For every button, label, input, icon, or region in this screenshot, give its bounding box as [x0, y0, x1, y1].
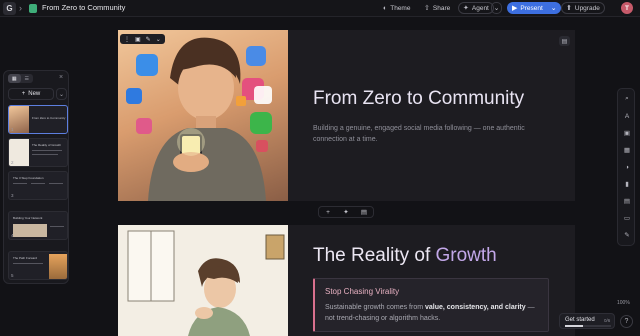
get-started-progress-bar: [565, 325, 611, 327]
ai-generate-icon[interactable]: ✦: [337, 207, 355, 217]
upgrade-icon: ⬆: [566, 5, 572, 12]
slide-2-image[interactable]: [118, 225, 288, 336]
slide-thumbnail[interactable]: The Path Forward 5: [8, 251, 68, 280]
palette-icon: ◐: [383, 4, 388, 12]
share-button[interactable]: ⇧ Share: [424, 2, 450, 14]
layout-icon[interactable]: ▭: [618, 212, 636, 224]
grid-icon[interactable]: ▦: [618, 144, 636, 156]
upgrade-button[interactable]: ⬆ Upgrade: [561, 2, 605, 14]
thumbnail-title: The Reality of Growth: [32, 143, 62, 147]
help-icon[interactable]: ?: [620, 315, 633, 328]
search-icon[interactable]: ⌕: [618, 93, 636, 105]
thumbnail-number: 5: [11, 273, 14, 278]
thumbnail-number: 3: [11, 193, 14, 198]
thumbnail-image: [49, 254, 67, 279]
thumbnail-number: 2: [11, 160, 14, 165]
slide-thumbnail[interactable]: Building Your Network 4: [8, 211, 68, 240]
thumbnail-title: The 3 Step Foundation: [13, 176, 44, 180]
chevron-right-icon[interactable]: ›: [19, 3, 22, 13]
new-slide-button[interactable]: + New: [8, 88, 54, 100]
slide-1-subtitle[interactable]: Building a genuine, engaged social media…: [313, 123, 553, 145]
share-label: Share: [432, 4, 451, 12]
hero-image[interactable]: ⋮ ▣ ✎ ⌄: [118, 30, 288, 201]
plus-icon: +: [21, 91, 26, 97]
thumbnail-number: 1: [11, 127, 14, 132]
get-started-widget[interactable]: Get started 0/6: [559, 313, 615, 329]
toggle-icon[interactable]: ◑: [618, 161, 636, 173]
image-toolbar: ⋮ ▣ ✎ ⌄: [120, 34, 165, 44]
play-icon: ▶: [512, 5, 518, 12]
right-toolbar: ⌕ A ▣ ▦ ◑ ▮ ▤ ▭ ✎: [617, 88, 635, 246]
document-icon: [29, 4, 37, 13]
avatar[interactable]: T: [621, 2, 633, 14]
slide-2[interactable]: The Reality of Growth Stop Chasing Viral…: [118, 225, 575, 336]
share-icon: ⇧: [424, 5, 430, 12]
get-started-label: Get started: [565, 317, 595, 323]
thumbnail-image: [13, 224, 47, 237]
slide-options-icon[interactable]: ▤: [559, 36, 570, 46]
callout-heading: Stop Chasing Virality: [325, 287, 400, 296]
magic-icon[interactable]: ✎: [144, 34, 153, 44]
sparkle-icon: ✦: [463, 5, 469, 12]
chart-icon[interactable]: ▮: [618, 178, 636, 190]
thumbnail-title: From Zero to Community: [32, 116, 66, 120]
slide-insert-toolbar: + ✦ ▤: [318, 206, 374, 218]
slide-1-title[interactable]: From Zero to Community: [313, 88, 524, 110]
slide-thumbnail[interactable]: The Reality of Growth 2: [8, 138, 68, 167]
slides-panel: ▦ ☰ × + New ⌄ From Zero to Community 1 T…: [3, 70, 69, 284]
document-title[interactable]: From Zero to Community: [42, 3, 125, 12]
present-button[interactable]: ▶ Present ⌄: [507, 2, 561, 14]
agent-button[interactable]: ✦ Agent: [458, 2, 494, 14]
grid-view-icon[interactable]: ▦: [8, 74, 21, 83]
add-slide-icon[interactable]: +: [319, 207, 337, 217]
edit-icon[interactable]: ✎: [618, 229, 636, 241]
app-logo-icon[interactable]: G: [3, 2, 16, 15]
callout-body: Sustainable growth comes from value, con…: [325, 304, 535, 322]
layout-icon[interactable]: ▤: [355, 207, 373, 217]
image-icon[interactable]: ▣: [133, 34, 143, 44]
theme-label: Theme: [390, 4, 411, 12]
slide-thumbnail[interactable]: From Zero to Community 1: [8, 105, 68, 134]
chevron-down-icon[interactable]: ⌄: [551, 4, 557, 12]
image-icon[interactable]: ▣: [618, 127, 636, 139]
theme-button[interactable]: ◐ Theme: [383, 2, 410, 14]
thumbnail-title: Building Your Network: [13, 216, 43, 220]
upgrade-label: Upgrade: [574, 4, 600, 12]
slide-1[interactable]: ⋮ ▣ ✎ ⌄ From Zero to Community Building …: [118, 30, 575, 201]
thumbnail-title: The Path Forward: [13, 256, 38, 260]
present-label: Present: [520, 4, 543, 12]
text-style-icon[interactable]: A: [618, 110, 636, 122]
chevron-down-icon[interactable]: ⌄: [154, 34, 163, 44]
person-with-phone-illustration: [126, 37, 272, 201]
drag-handle-icon[interactable]: ⋮: [122, 34, 132, 44]
zoom-level[interactable]: 100%: [617, 300, 630, 306]
view-toggle[interactable]: ▦ ☰: [8, 74, 33, 83]
new-slide-dropdown[interactable]: ⌄: [56, 88, 67, 100]
slide-2-title[interactable]: The Reality of Growth: [313, 245, 497, 267]
person-thinking-illustration: [118, 225, 288, 336]
slide-thumbnail[interactable]: The 3 Step Foundation 3: [8, 171, 68, 200]
list-view-icon[interactable]: ☰: [21, 74, 34, 83]
chevron-down-icon: ⌄: [493, 5, 500, 12]
get-started-progress: 0/6: [604, 318, 611, 323]
agent-label: Agent: [471, 4, 489, 12]
table-icon[interactable]: ▤: [618, 195, 636, 207]
new-label: New: [28, 91, 41, 97]
thumbnail-number: 4: [11, 233, 14, 238]
close-icon[interactable]: ×: [59, 74, 63, 81]
callout-box[interactable]: Stop Chasing Virality Sustainable growth…: [313, 278, 549, 332]
top-bar: G › From Zero to Community ◐ Theme ⇧ Sha…: [0, 0, 640, 17]
agent-dropdown-button[interactable]: ⌄: [491, 2, 502, 14]
